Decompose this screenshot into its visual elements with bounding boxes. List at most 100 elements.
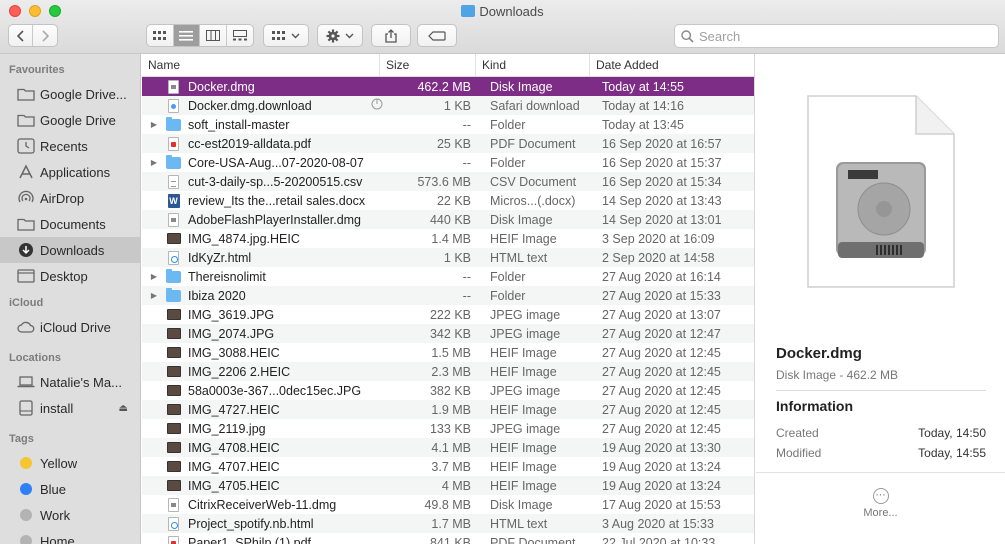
preview-file-name: Docker.dmg — [776, 345, 862, 362]
file-size: 462.2 MB — [417, 79, 471, 94]
file-row[interactable]: Docker.dmg.download 1 KB Safari download To… — [142, 96, 754, 115]
file-row[interactable]: IMG_4707.HEIC 3.7 MB HEIF Image 19 Aug 2020… — [142, 457, 754, 476]
column-header-size[interactable]: Size — [380, 54, 476, 76]
file-size: 342 KB — [429, 326, 471, 341]
sidebar-item-google-drive-2[interactable]: Google Drive — [0, 107, 140, 133]
file-size: 1.5 MB — [431, 345, 471, 360]
sidebar-item-recents[interactable]: Recents — [0, 133, 140, 159]
file-row[interactable]: ▶ Core-USA-Aug...07-2020-08-07 -- Folder 16 … — [142, 153, 754, 172]
eject-icon[interactable]: ⏏ — [119, 403, 128, 414]
file-date-added: 19 Aug 2020 at 13:24 — [602, 459, 721, 474]
sidebar-item-tag-home[interactable]: Home — [0, 528, 140, 544]
file-row[interactable]: IMG_2119.jpg 133 KB JPEG image 27 Aug 2020 … — [142, 419, 754, 438]
file-size: -- — [462, 288, 471, 303]
disclosure-triangle-icon[interactable]: ▶ — [142, 120, 166, 129]
ellipsis-icon: ⋯ — [872, 488, 889, 504]
folder-icon — [166, 154, 181, 170]
search-field[interactable] — [674, 24, 999, 48]
icon-view-button[interactable] — [147, 25, 174, 46]
file-date-added: 27 Aug 2020 at 12:45 — [602, 364, 721, 379]
sidebar-item-label: Downloads — [40, 242, 105, 258]
sidebar: Favourites Google Drive... Google Drive … — [0, 54, 141, 544]
sidebar-item-install[interactable]: install ⏏ — [0, 395, 140, 421]
sidebar-item-downloads[interactable]: Downloads — [0, 237, 140, 263]
file-row[interactable]: IdKyZr.html 1 KB HTML text 2 Sep 2020 at 14… — [142, 248, 754, 267]
sidebar-item-applications[interactable]: Applications — [0, 159, 140, 185]
file-row[interactable]: IMG_4874.jpg.HEIC 1.4 MB HEIF Image 3 Sep 2… — [142, 229, 754, 248]
group-by-button[interactable] — [263, 24, 309, 47]
file-kind: JPEG image — [490, 421, 561, 436]
column-header-date-added[interactable]: Date Added — [590, 54, 754, 76]
file-size: 573.6 MB — [417, 174, 471, 189]
file-name: Ibiza 2020 — [188, 288, 246, 303]
edit-tags-button[interactable] — [417, 24, 457, 47]
file-row[interactable]: Paper1_SPhilp (1).pdf 841 KB PDF Document 2… — [142, 533, 754, 544]
tag-dot-icon — [20, 535, 32, 544]
file-row[interactable]: IMG_3088.HEIC 1.5 MB HEIF Image 27 Aug 2020… — [142, 343, 754, 362]
file-row[interactable]: IMG_3619.JPG 222 KB JPEG image 27 Aug 2020 … — [142, 305, 754, 324]
disclosure-triangle-icon[interactable]: ▶ — [142, 291, 166, 300]
file-row[interactable]: ▶ Thereisnolimit -- Folder 27 Aug 2020 at 16… — [142, 267, 754, 286]
file-row[interactable]: ▶ soft_install-master -- Folder Today at 13:… — [142, 115, 754, 134]
share-icon — [385, 28, 397, 43]
sidebar-item-airdrop[interactable]: AirDrop — [0, 185, 140, 211]
sidebar-item-label: AirDrop — [40, 190, 85, 206]
applications-icon — [17, 164, 35, 180]
safari-download-icon — [166, 98, 181, 113]
sidebar-item-label: Desktop — [40, 268, 88, 284]
file-row[interactable]: IMG_4727.HEIC 1.9 MB HEIF Image 27 Aug 2020… — [142, 400, 754, 419]
file-row[interactable]: IMG_4705.HEIC 4 MB HEIF Image 19 Aug 2020 a… — [142, 476, 754, 495]
sidebar-item-icloud-drive[interactable]: iCloud Drive — [0, 314, 140, 340]
file-size: 133 KB — [429, 421, 471, 436]
disclosure-triangle-icon[interactable]: ▶ — [142, 272, 166, 281]
file-row[interactable]: IMG_2074.JPG 342 KB JPEG image 27 Aug 2020 … — [142, 324, 754, 343]
gallery-view-button[interactable] — [227, 25, 253, 46]
html-document-icon — [166, 516, 181, 531]
sidebar-item-desktop[interactable]: Desktop — [0, 263, 140, 289]
cloud-icon — [17, 319, 35, 335]
sidebar-item-tag-work[interactable]: Work — [0, 502, 140, 528]
file-kind: Folder — [490, 288, 526, 303]
file-row[interactable]: Project_spotify.nb.html 1.7 MB HTML text 3 … — [142, 514, 754, 533]
file-name: IMG_2074.JPG — [188, 326, 275, 341]
share-button[interactable] — [371, 24, 411, 47]
search-input[interactable] — [699, 28, 989, 44]
file-kind: Folder — [490, 155, 526, 170]
file-kind: HTML text — [490, 250, 548, 265]
sidebar-item-natalies-mac[interactable]: Natalie's Ma... — [0, 369, 140, 395]
sidebar-item-documents[interactable]: Documents — [0, 211, 140, 237]
column-header-name[interactable]: Name — [142, 54, 380, 76]
sidebar-item-google-drive-1[interactable]: Google Drive... — [0, 81, 140, 107]
action-menu-button[interactable] — [317, 24, 363, 47]
file-kind: HEIF Image — [490, 231, 557, 246]
file-size: -- — [462, 269, 471, 284]
file-size: 2.3 MB — [431, 364, 471, 379]
file-row[interactable]: ▶ Ibiza 2020 -- Folder 27 Aug 2020 at 15:33 — [142, 286, 754, 305]
file-row[interactable]: IMG_4708.HEIC 4.1 MB HEIF Image 19 Aug 2020… — [142, 438, 754, 457]
file-row[interactable]: AdobeFlashPlayerInstaller.dmg 440 KB Disk … — [142, 210, 754, 229]
file-row[interactable]: IMG_2206 2.HEIC 2.3 MB HEIF Image 27 Aug 20… — [142, 362, 754, 381]
sidebar-item-tag-yellow[interactable]: Yellow — [0, 450, 140, 476]
file-rows: Docker.dmg 462.2 MB Disk Image Today at 14:… — [142, 77, 754, 544]
file-row[interactable]: cut-3-daily-sp...5-20200515.csv 573.6 MB C… — [142, 172, 754, 191]
column-header-kind[interactable]: Kind — [476, 54, 590, 76]
sidebar-item-tag-blue[interactable]: Blue — [0, 476, 140, 502]
disclosure-triangle-icon[interactable]: ▶ — [142, 158, 166, 167]
folder-icon — [166, 268, 181, 284]
file-size: 1.9 MB — [431, 402, 471, 417]
list-view-button[interactable] — [173, 25, 200, 46]
column-view-button[interactable] — [200, 25, 227, 46]
file-name: Paper1_SPhilp (1).pdf — [188, 535, 311, 544]
information-heading: Information — [776, 398, 853, 414]
more-button[interactable]: ⋯ More... — [756, 488, 1005, 519]
forward-button[interactable] — [33, 25, 57, 46]
disk-icon — [17, 400, 35, 416]
file-row[interactable]: cc-est2019-alldata.pdf 25 KB PDF Document 1… — [142, 134, 754, 153]
file-row[interactable]: Wreview_Its the...retail sales.docx 22 KB… — [142, 191, 754, 210]
file-row[interactable]: 58a0003e-367...0dec15ec.JPG 382 KB JPEG im… — [142, 381, 754, 400]
file-row[interactable]: CitrixReceiverWeb-11.dmg 49.8 MB Disk Imag… — [142, 495, 754, 514]
image-file-icon — [166, 346, 181, 360]
back-button[interactable] — [9, 25, 34, 46]
file-row[interactable]: Docker.dmg 462.2 MB Disk Image Today at 14:… — [142, 77, 754, 96]
chevron-left-icon — [16, 29, 24, 42]
